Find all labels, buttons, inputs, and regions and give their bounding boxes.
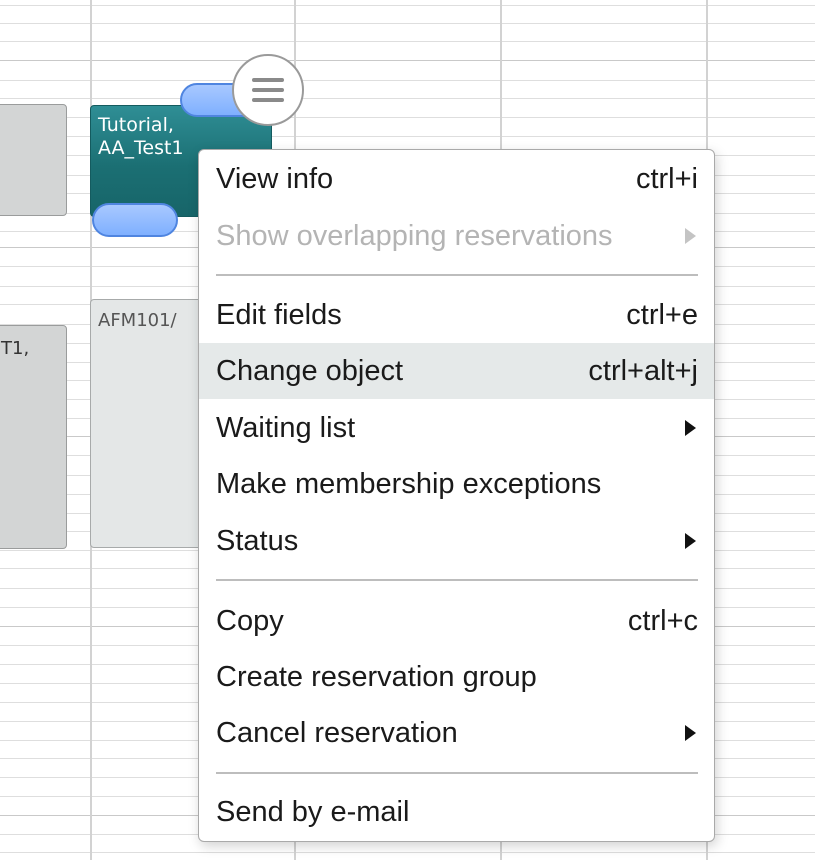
- chevron-right-icon: [685, 420, 696, 436]
- menu-item-view-info[interactable]: View info ctrl+i: [199, 151, 714, 207]
- menu-item-label: Cancel reservation: [216, 716, 458, 749]
- menu-item-waiting-list[interactable]: Waiting list: [199, 400, 714, 456]
- reservation-block[interactable]: [0, 104, 67, 216]
- menu-item-create-reservation-group[interactable]: Create reservation group: [199, 649, 714, 705]
- chevron-right-icon: [685, 533, 696, 549]
- menu-separator: [216, 274, 698, 276]
- context-menu: View info ctrl+i Show overlapping reserv…: [198, 149, 715, 842]
- menu-separator: [216, 579, 698, 581]
- resize-handle-bottom[interactable]: [92, 203, 178, 237]
- menu-item-change-object[interactable]: Change object ctrl+alt+j: [199, 343, 714, 399]
- menu-item-label: Send by e-mail: [216, 795, 410, 828]
- menu-separator: [216, 772, 698, 774]
- menu-item-label: Edit fields: [216, 298, 342, 331]
- chevron-right-icon: [685, 228, 696, 244]
- reservation-menu-button[interactable]: [232, 54, 304, 126]
- menu-item-label: Show overlapping reservations: [216, 219, 613, 252]
- menu-item-membership-exceptions[interactable]: Make membership exceptions: [199, 456, 714, 512]
- menu-item-shortcut: ctrl+alt+j: [588, 354, 698, 387]
- menu-item-copy[interactable]: Copy ctrl+c: [199, 593, 714, 649]
- grid-line: [0, 5, 815, 6]
- menu-item-shortcut: ctrl+i: [635, 162, 698, 195]
- reservation-block[interactable]: T1,: [0, 325, 67, 549]
- chevron-right-icon: [685, 725, 696, 741]
- grid-line: [0, 41, 815, 42]
- reservation-label: T1,: [1, 338, 30, 359]
- menu-item-label: View info: [216, 162, 334, 195]
- reservation-label: AFM101/: [98, 310, 177, 331]
- grid-line: [0, 23, 815, 24]
- reservation-block-afm[interactable]: AFM101/: [90, 299, 210, 548]
- menu-item-label: Create reservation group: [216, 660, 537, 693]
- menu-item-label: Waiting list: [216, 411, 356, 444]
- menu-item-show-overlapping: Show overlapping reservations: [199, 208, 714, 264]
- menu-item-label: Change object: [216, 354, 404, 387]
- menu-item-send-by-email[interactable]: Send by e-mail: [199, 784, 714, 840]
- menu-item-cancel-reservation[interactable]: Cancel reservation: [199, 705, 714, 761]
- menu-item-status[interactable]: Status: [199, 513, 714, 569]
- reservation-label: Tutorial, AA_Test1: [98, 114, 184, 159]
- menu-item-shortcut: ctrl+c: [627, 604, 698, 637]
- menu-item-shortcut: ctrl+e: [626, 298, 698, 331]
- menu-item-edit-fields[interactable]: Edit fields ctrl+e: [199, 287, 714, 343]
- grid-line: [0, 60, 815, 61]
- menu-item-label: Make membership exceptions: [216, 467, 602, 500]
- grid-line: [0, 80, 815, 81]
- calendar-view: T1, AFM101/ Tutorial, AA_Test1 View info…: [0, 0, 815, 860]
- menu-item-label: Status: [216, 524, 299, 557]
- grid-line: [0, 98, 815, 99]
- hamburger-menu-icon: [252, 78, 284, 102]
- menu-item-label: Copy: [216, 604, 284, 637]
- grid-line: [0, 852, 815, 853]
